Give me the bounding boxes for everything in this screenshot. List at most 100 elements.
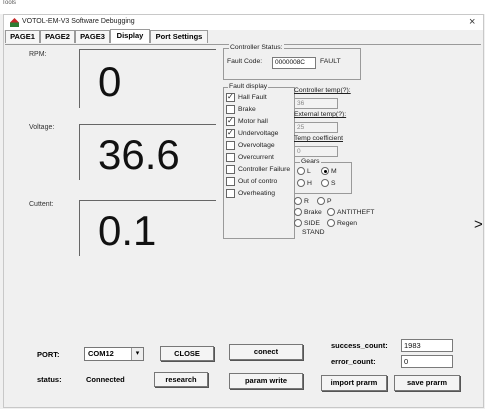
- controller-status-title: Controller Status:: [229, 44, 284, 51]
- gear-s-option[interactable]: S: [321, 179, 336, 187]
- next-arrow-icon[interactable]: >: [474, 216, 483, 233]
- fault-list: Hall Fault Brake Motor hall Undervoltage…: [226, 91, 294, 200]
- gear-h-option[interactable]: H: [297, 179, 312, 187]
- tab-port-settings[interactable]: Port Settings: [150, 30, 208, 43]
- error-count-label: error_count:: [331, 357, 376, 366]
- current-value: 0.1: [98, 207, 157, 254]
- radio-gear-m[interactable]: [321, 167, 329, 175]
- gear-s-label: S: [331, 179, 336, 187]
- gear-m-option[interactable]: M: [321, 167, 337, 175]
- radio-gear-l[interactable]: [297, 167, 305, 175]
- fault-display-group: Fault display Hall Fault Brake Motor hal…: [223, 83, 295, 239]
- close-icon[interactable]: ×: [469, 16, 475, 28]
- conect-button[interactable]: conect: [229, 344, 303, 360]
- fault-label: Overheating: [238, 190, 276, 197]
- window-title: VOTOL-EM-V3 Software Debugging: [22, 18, 135, 25]
- port-label: PORT:: [37, 350, 60, 359]
- radio-mode-brake[interactable]: [294, 208, 302, 216]
- fault-label: Brake: [238, 106, 256, 113]
- tab-page1[interactable]: PAGE1: [5, 30, 40, 43]
- radio-mode-regen[interactable]: [327, 219, 335, 227]
- checkbox-hall-fault[interactable]: [226, 91, 235, 103]
- rpm-label: RPM:: [29, 51, 47, 58]
- fault-item-out-of-control[interactable]: Out of contro: [226, 176, 294, 188]
- checkbox-overheating[interactable]: [226, 188, 235, 198]
- mode-brake-option[interactable]: Brake: [294, 208, 322, 216]
- param-write-button[interactable]: param write: [229, 373, 303, 389]
- fault-code-field: 0000008C: [272, 57, 316, 69]
- checkbox-out-of-control[interactable]: [226, 176, 235, 186]
- title-bar: VOTOL-EM-V3 Software Debugging ×: [4, 15, 483, 30]
- fault-label: Controller Failure: [238, 166, 291, 173]
- checkbox-controller-failure[interactable]: [226, 164, 235, 174]
- radio-mode-antitheft[interactable]: [327, 208, 335, 216]
- rpm-display: 0: [79, 49, 216, 108]
- controller-temp-field[interactable]: 36: [294, 98, 338, 109]
- external-temp-field[interactable]: 25: [294, 122, 338, 133]
- radio-mode-side[interactable]: [294, 219, 302, 227]
- fault-label: Overvoltage: [238, 142, 275, 149]
- error-count-field[interactable]: 0: [401, 355, 453, 368]
- radio-gear-s[interactable]: [321, 179, 329, 187]
- fault-item-overvoltage[interactable]: Overvoltage: [226, 140, 294, 152]
- temp-coefficient-field[interactable]: 0: [294, 146, 338, 157]
- mode-antitheft-label: ANTITHEFT: [337, 208, 375, 216]
- voltage-label: Voltage:: [29, 124, 55, 131]
- current-display: 0.1: [79, 200, 216, 256]
- external-temp-label: External temp(?):: [294, 111, 347, 118]
- checkbox-overvoltage[interactable]: [226, 140, 235, 150]
- fault-item-overcurrent[interactable]: Overcurrent: [226, 152, 294, 164]
- fault-item-brake[interactable]: Brake: [226, 104, 294, 116]
- radio-mode-r[interactable]: [294, 197, 302, 205]
- checkbox-undervoltage[interactable]: [226, 127, 235, 139]
- import-prarm-button[interactable]: import prarm: [321, 375, 387, 391]
- display-panel: RPM: 0 Voltage: 36.6 Cuttent: 0.1 Contro…: [5, 44, 481, 405]
- fault-item-undervoltage[interactable]: Undervoltage: [226, 127, 294, 140]
- close-button[interactable]: CLOSE: [160, 346, 214, 361]
- mode-p-label: P: [327, 197, 332, 205]
- status-label: status:: [37, 375, 62, 384]
- radio-gear-h[interactable]: [297, 179, 305, 187]
- temp-coefficient-label: Temp coefficient: [294, 135, 343, 142]
- fault-item-motor-hall[interactable]: Motor hall: [226, 115, 294, 128]
- mode-regen-label: Regen: [337, 219, 358, 227]
- tab-display[interactable]: Display: [110, 29, 150, 43]
- checkbox-overcurrent[interactable]: [226, 152, 235, 162]
- controller-temp-label: Controller temp(?):: [294, 87, 351, 94]
- checkbox-brake[interactable]: [226, 104, 235, 114]
- fault-label: Hall Fault: [238, 94, 267, 101]
- mode-regen-option[interactable]: Regen: [327, 219, 357, 227]
- status-value: Connected: [86, 375, 125, 384]
- mode-antitheft-option[interactable]: ANTITHEFT: [327, 208, 374, 216]
- desktop-strip: Tools: [0, 0, 485, 14]
- gear-m-label: M: [331, 167, 337, 175]
- checkbox-motor-hall[interactable]: [226, 115, 235, 127]
- success-count-field[interactable]: 1983: [401, 339, 453, 352]
- fault-item-hall[interactable]: Hall Fault: [226, 91, 294, 104]
- tab-page3[interactable]: PAGE3: [75, 30, 110, 43]
- mode-side-label: SIDE: [304, 219, 320, 227]
- tab-page2[interactable]: PAGE2: [40, 30, 75, 43]
- mode-side-option[interactable]: SIDE: [294, 219, 320, 227]
- fault-item-controller-failure[interactable]: Controller Failure: [226, 164, 294, 176]
- chevron-down-icon[interactable]: ▾: [131, 348, 143, 360]
- tab-bar: PAGE1 PAGE2 PAGE3 Display Port Settings: [4, 29, 483, 44]
- mode-p-option[interactable]: P: [317, 197, 332, 205]
- mode-brake-label: Brake: [304, 208, 322, 216]
- radio-mode-p[interactable]: [317, 197, 325, 205]
- fault-code-label: Fault Code:: [227, 58, 263, 65]
- fault-label: Overcurrent: [238, 154, 274, 161]
- fault-label: Out of contro: [238, 178, 278, 185]
- fault-label: Undervoltage: [238, 130, 279, 137]
- fault-label: Motor hall: [238, 118, 268, 125]
- gears-group: Gears L M H S: [294, 158, 352, 194]
- gears-title: Gears: [300, 158, 321, 165]
- mode-r-option[interactable]: R: [294, 197, 309, 205]
- research-button[interactable]: research: [154, 372, 208, 387]
- voltage-display: 36.6: [79, 124, 216, 180]
- gear-l-option[interactable]: L: [297, 167, 311, 175]
- save-prarm-button[interactable]: save prarm: [394, 375, 460, 391]
- port-select[interactable]: COM12 ▾: [84, 347, 144, 361]
- fault-item-overheating[interactable]: Overheating: [226, 188, 294, 200]
- gear-l-label: L: [307, 167, 311, 175]
